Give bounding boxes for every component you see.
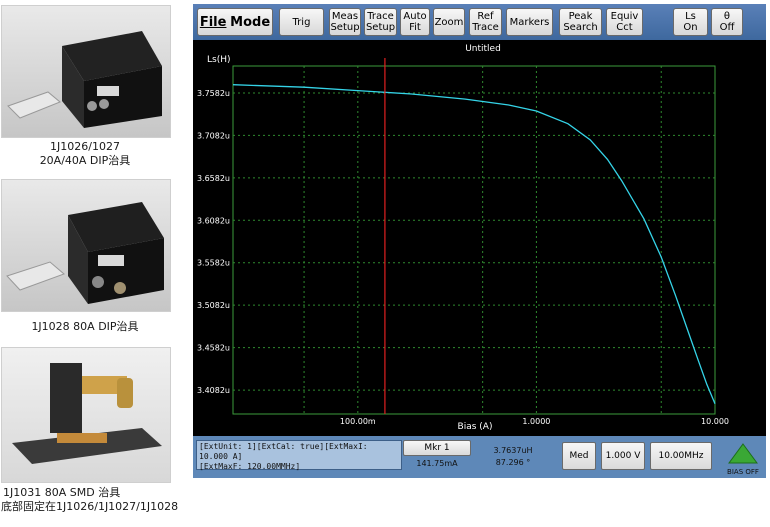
x-tick-label: 10.000 [701,417,729,426]
x-tick-label: 1.0000 [522,417,550,426]
level-button[interactable]: 1.000 V [601,442,645,470]
plot-area[interactable]: Untitled Ls(H) Bias (A) 3.7582u 3.7082u 3.… [193,40,766,436]
ext-info-line1: [ExtUnit: 1][ExtCal: true][ExtMaxI: 10.0… [199,442,368,461]
auto-fit-button[interactable]: Auto Fit [400,8,430,36]
toolbar: File Mode Trig Meas Setup Trace Setup Au… [193,4,766,40]
product-image-1j1031 [1,347,171,483]
status-bar: [ExtUnit: 1][ExtCal: true][ExtMaxI: 10.0… [193,438,766,478]
product-image-1j1028 [1,179,171,312]
file-mode-menu[interactable]: File Mode [197,8,273,36]
bias-triangle-icon [728,443,758,464]
y-tick-label: 3.6082u [197,216,230,225]
y-tick-label: 3.5582u [197,259,230,268]
y-tick-label: 3.7082u [197,131,230,140]
speed-button[interactable]: Med [562,442,596,470]
trace-setup-button[interactable]: Trace Setup [364,8,397,36]
bias-off-label: BIAS OFF [727,468,759,476]
ext-info: [ExtUnit: 1][ExtCal: true][ExtMaxI: 10.0… [196,440,402,471]
ls-trace-line [232,84,716,405]
y-axis-label: Ls(H) [207,55,231,65]
marker-1-button[interactable]: Mkr 1 [403,440,471,456]
marker-value-readout: 3.7637uH [493,446,533,455]
product-caption-1j1031: 1J1031 80A SMD 治具 底部固定在1J1026/1J1027/1J1… [1,486,179,513]
ls-on-button[interactable]: Ls On [673,8,708,36]
zoom-button[interactable]: Zoom [433,8,465,36]
ext-info-line2: [ExtMaxF: 120.00MMHz] [199,462,301,471]
y-tick-label: 3.4082u [197,386,230,395]
ref-trace-button[interactable]: Ref Trace [469,8,502,36]
x-tick-label: 100.00m [340,417,376,426]
y-tick-label: 3.6582u [197,174,230,183]
chart-title: Untitled [465,44,501,54]
mode-menu[interactable]: Mode [230,16,270,29]
bias-off-button[interactable]: BIAS OFF [726,442,760,476]
plot-frame [232,65,716,415]
product-caption-1j1026: 1J1026/1027 20A/40A DIP治具 [39,140,131,167]
ls-vs-bias-chart: Untitled Ls(H) Bias (A) 3.7582u 3.7082u 3.… [197,44,729,432]
peak-search-button[interactable]: Peak Search [559,8,602,36]
x-axis-label: Bias (A) [458,422,493,432]
theta-off-button[interactable]: θ Off [711,8,743,36]
marker-angle-readout: 87.296 ° [495,458,531,467]
y-tick-label: 3.4582u [197,344,230,353]
y-tick-label: 3.7582u [197,89,230,98]
markers-button[interactable]: Markers [506,8,553,36]
equiv-cct-button[interactable]: Equiv Cct [606,8,643,36]
file-menu[interactable]: File [200,16,227,29]
meas-setup-button[interactable]: Meas Setup [329,8,361,36]
marker-x-readout: 141.75mA [416,459,458,468]
y-tick-label: 3.5082u [197,301,230,310]
product-image-1j1026 [1,5,171,138]
frequency-button[interactable]: 10.00MHz [650,442,712,470]
product-caption-1j1028: 1J1028 80A DIP治具 [31,320,139,333]
impedance-analyzer-window: File Mode Trig Meas Setup Trace Setup Au… [193,4,766,478]
trig-button[interactable]: Trig [279,8,324,36]
